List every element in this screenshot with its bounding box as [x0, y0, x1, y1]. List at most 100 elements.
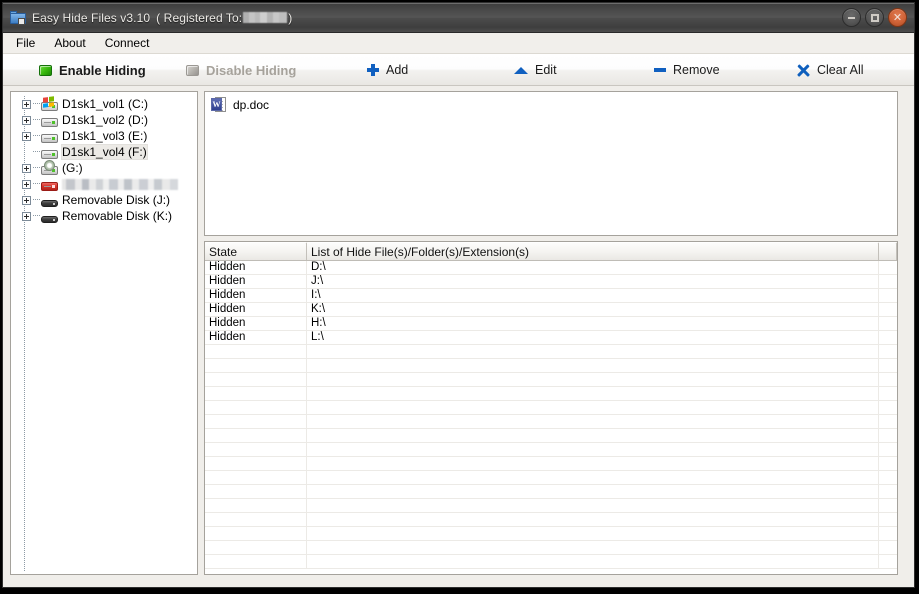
tree-item-g[interactable]: (G:): [13, 160, 197, 176]
cell-state: [205, 387, 307, 400]
remove-label: Remove: [673, 63, 720, 77]
table-row-empty[interactable]: [205, 485, 897, 499]
table-row[interactable]: HiddenH:\: [205, 317, 897, 331]
clear-all-label: Clear All: [817, 63, 864, 77]
tree-item-redacted[interactable]: [13, 176, 197, 192]
table-row-empty[interactable]: [205, 387, 897, 401]
table-row-empty[interactable]: [205, 527, 897, 541]
cell-filler: [879, 387, 897, 400]
cell-filler: [879, 373, 897, 386]
drive-tree-panel[interactable]: D1sk1_vol1 (C:) D1sk1_vol2 (D:): [10, 91, 198, 575]
table-row[interactable]: HiddenI:\: [205, 289, 897, 303]
cell-state: [205, 415, 307, 428]
table-row-empty[interactable]: [205, 555, 897, 569]
menu-item-connect[interactable]: Connect: [101, 35, 159, 52]
column-header-path[interactable]: List of Hide File(s)/Folder(s)/Extension…: [307, 242, 879, 260]
cell-path: [307, 457, 879, 470]
tree-item-j[interactable]: Removable Disk (J:): [13, 192, 197, 208]
expand-icon[interactable]: [22, 180, 31, 189]
edit-button[interactable]: Edit: [508, 55, 563, 85]
list-header-row: State List of Hide File(s)/Folder(s)/Ext…: [205, 242, 897, 261]
table-row-empty[interactable]: [205, 471, 897, 485]
tree-dash: [33, 160, 41, 176]
menu-item-file[interactable]: File: [12, 35, 44, 52]
cell-path: [307, 373, 879, 386]
cell-state: [205, 555, 307, 568]
table-row-empty[interactable]: [205, 359, 897, 373]
remove-button[interactable]: Remove: [648, 55, 726, 85]
plus-icon: [367, 64, 379, 76]
cell-path: [307, 499, 879, 512]
close-button[interactable]: ✕: [888, 8, 907, 27]
table-row-empty[interactable]: [205, 499, 897, 513]
minimize-button[interactable]: [842, 8, 861, 27]
enable-hiding-button[interactable]: Enable Hiding: [33, 55, 152, 85]
cell-filler: [879, 457, 897, 470]
cell-path: [307, 471, 879, 484]
expand-icon[interactable]: [22, 116, 31, 125]
drive-tree: D1sk1_vol1 (C:) D1sk1_vol2 (D:): [11, 92, 197, 224]
file-list-item[interactable]: W dp.doc: [205, 92, 897, 113]
table-row-empty[interactable]: [205, 541, 897, 555]
client-area: D1sk1_vol1 (C:) D1sk1_vol2 (D:): [3, 86, 914, 587]
tree-item-c[interactable]: D1sk1_vol1 (C:): [13, 96, 197, 112]
table-row-empty[interactable]: [205, 415, 897, 429]
cell-path: [307, 401, 879, 414]
window-controls: ✕: [842, 8, 907, 27]
cell-state: Hidden: [205, 317, 307, 330]
window-title-registered-prefix: ( Registered To:: [156, 11, 242, 25]
cell-filler: [879, 303, 897, 316]
cell-path: [307, 415, 879, 428]
disable-hiding-button[interactable]: Disable Hiding: [180, 55, 302, 85]
column-header-filler[interactable]: [879, 242, 897, 260]
cell-state: [205, 541, 307, 554]
cell-state: Hidden: [205, 331, 307, 344]
add-label: Add: [386, 63, 408, 77]
cell-state: [205, 401, 307, 414]
table-row-empty[interactable]: [205, 345, 897, 359]
cell-path: [307, 345, 879, 358]
expand-icon[interactable]: [22, 100, 31, 109]
table-row[interactable]: HiddenJ:\: [205, 275, 897, 289]
cell-state: [205, 457, 307, 470]
tree-item-e[interactable]: D1sk1_vol3 (E:): [13, 128, 197, 144]
expand-icon[interactable]: [22, 212, 31, 221]
table-row-empty[interactable]: [205, 457, 897, 471]
table-row-empty[interactable]: [205, 443, 897, 457]
clear-all-button[interactable]: Clear All: [791, 55, 870, 85]
cell-path: [307, 485, 879, 498]
cell-filler: [879, 471, 897, 484]
tree-item-k[interactable]: Removable Disk (K:): [13, 208, 197, 224]
table-row-empty[interactable]: [205, 401, 897, 415]
table-row[interactable]: HiddenD:\: [205, 261, 897, 275]
add-button[interactable]: Add: [361, 55, 414, 85]
cell-state: [205, 499, 307, 512]
cell-filler: [879, 541, 897, 554]
cell-state: [205, 527, 307, 540]
hidden-items-list-panel[interactable]: State List of Hide File(s)/Folder(s)/Ext…: [204, 241, 898, 575]
maximize-button[interactable]: [865, 8, 884, 27]
expand-icon[interactable]: [22, 164, 31, 173]
column-header-state[interactable]: State: [205, 242, 307, 260]
cell-path: L:\: [307, 331, 879, 344]
table-row-empty[interactable]: [205, 373, 897, 387]
removable-disk-icon: [41, 210, 58, 223]
tree-item-redacted-label: [62, 179, 178, 190]
title-bar[interactable]: Easy Hide Files v3.10 ( Registered To: )…: [3, 3, 914, 33]
tree-item-f[interactable]: D1sk1_vol4 (F:): [13, 144, 197, 160]
drive-icon: [41, 114, 58, 127]
file-contents-panel[interactable]: W dp.doc: [204, 91, 898, 236]
expand-icon[interactable]: [22, 132, 31, 141]
menu-item-about[interactable]: About: [50, 35, 94, 52]
table-row[interactable]: HiddenL:\: [205, 331, 897, 345]
cell-path: K:\: [307, 303, 879, 316]
enable-hiding-label: Enable Hiding: [59, 63, 146, 78]
table-row[interactable]: HiddenK:\: [205, 303, 897, 317]
disable-hiding-label: Disable Hiding: [206, 63, 296, 78]
expand-icon[interactable]: [22, 196, 31, 205]
drive-icon: [41, 146, 58, 159]
application-window: Easy Hide Files v3.10 ( Registered To: )…: [2, 2, 915, 588]
tree-item-d[interactable]: D1sk1_vol2 (D:): [13, 112, 197, 128]
table-row-empty[interactable]: [205, 513, 897, 527]
table-row-empty[interactable]: [205, 429, 897, 443]
